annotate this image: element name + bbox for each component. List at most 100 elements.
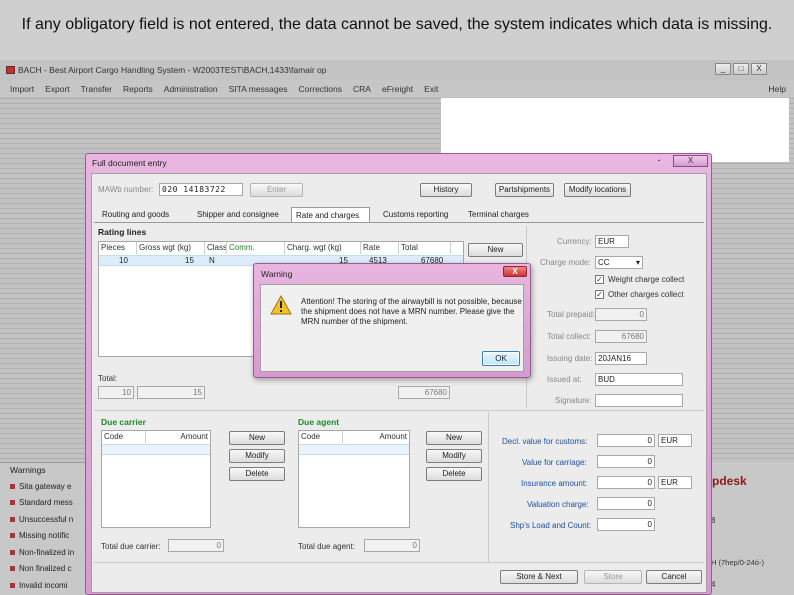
- cell-class: N: [209, 256, 215, 265]
- column-header[interactable]: Comm.: [227, 242, 285, 254]
- menu-export[interactable]: Export: [45, 84, 70, 94]
- cell-pieces: 10: [119, 256, 128, 265]
- mawb-label: MAWb number:: [98, 185, 154, 194]
- section-divider: [488, 412, 489, 562]
- column-header[interactable]: Gross wgt (kg): [137, 242, 205, 254]
- close-icon[interactable]: X: [673, 155, 708, 167]
- store-and-next-button[interactable]: Store & Next: [500, 570, 578, 584]
- menu-cra[interactable]: CRA: [353, 84, 371, 94]
- insurance-amount-input[interactable]: 0: [597, 476, 655, 489]
- warning-item[interactable]: Non finalized c: [10, 561, 85, 578]
- due-carrier-delete-button[interactable]: Delete: [229, 467, 285, 481]
- signature-input[interactable]: [595, 394, 683, 407]
- menu-sita-messages[interactable]: SITA messages: [229, 84, 288, 94]
- column-header[interactable]: Amount: [146, 431, 210, 443]
- column-header[interactable]: Class: [205, 242, 227, 254]
- new-rating-line-button[interactable]: New: [468, 243, 523, 257]
- menu-efreight[interactable]: eFreight: [382, 84, 413, 94]
- tab-divider: [94, 222, 704, 223]
- cancel-button[interactable]: Cancel: [646, 570, 702, 584]
- column-header[interactable]: Charg. wgt (kg): [285, 242, 361, 254]
- issued-at-input[interactable]: BUD: [595, 373, 683, 386]
- menu-import[interactable]: Import: [10, 84, 34, 94]
- total-weight-field: 15: [137, 386, 205, 399]
- section-divider: [94, 410, 704, 411]
- insurance-currency[interactable]: EUR: [658, 476, 692, 489]
- maximize-icon[interactable]: □: [733, 63, 749, 75]
- menu-reports[interactable]: Reports: [123, 84, 153, 94]
- decl-value-customs-currency[interactable]: EUR: [658, 434, 692, 447]
- due-carrier-new-button[interactable]: New: [229, 431, 285, 445]
- warning-item[interactable]: Invalid incomi: [10, 577, 85, 594]
- total-pieces-field: 10: [98, 386, 134, 399]
- tab-shipper-and-consignee[interactable]: Shipper and consignee: [193, 207, 283, 222]
- footer-divider: [94, 562, 704, 563]
- issuing-date-input[interactable]: 20JAN16: [595, 352, 647, 365]
- column-header[interactable]: Code: [102, 431, 146, 443]
- chevron-down-icon: ▾: [635, 258, 640, 267]
- warning-item[interactable]: Sita gateway e: [10, 478, 85, 495]
- menu-exit[interactable]: Exit: [424, 84, 438, 94]
- weight-charge-collect-checkbox[interactable]: ✓: [595, 275, 604, 284]
- partshipments-button[interactable]: Partshipments: [495, 183, 554, 197]
- valuation-charge-input[interactable]: 0: [597, 497, 655, 510]
- menu-help[interactable]: Help: [769, 84, 786, 94]
- shippers-load-input[interactable]: 0: [597, 518, 655, 531]
- warnings-panel: Warnings Sita gateway e Standard mess Un…: [0, 462, 95, 595]
- menu-transfer[interactable]: Transfer: [81, 84, 112, 94]
- currency-input[interactable]: EUR: [595, 235, 629, 248]
- total-due-agent-field: 0: [364, 539, 420, 552]
- history-button[interactable]: History: [420, 183, 472, 197]
- column-header[interactable]: Pieces: [99, 242, 137, 254]
- other-charges-collect-checkbox[interactable]: ✓: [595, 290, 604, 299]
- warning-item[interactable]: Unsuccessful n: [10, 511, 85, 528]
- due-agent-delete-button[interactable]: Delete: [426, 467, 482, 481]
- close-icon[interactable]: X: [503, 266, 527, 277]
- due-agent-new-button[interactable]: New: [426, 431, 482, 445]
- warning-item[interactable]: Standard mess: [10, 495, 85, 512]
- enter-button[interactable]: Enter: [250, 183, 303, 197]
- menu-corrections[interactable]: Corrections: [299, 84, 342, 94]
- due-agent-table[interactable]: Code Amount: [298, 430, 410, 528]
- total-due-agent-label: Total due agent:: [298, 542, 355, 551]
- table-row[interactable]: [102, 444, 210, 455]
- store-button[interactable]: Store: [584, 570, 642, 584]
- close-icon[interactable]: X: [751, 63, 767, 75]
- menu-administration[interactable]: Administration: [164, 84, 218, 94]
- due-carrier-modify-button[interactable]: Modify: [229, 449, 285, 463]
- warnings-title: Warnings: [10, 465, 46, 475]
- column-header[interactable]: Rate: [361, 242, 399, 254]
- warning-dialog: Warning X Attention! The storing of the …: [253, 263, 531, 378]
- minimize-icon[interactable]: -: [647, 155, 671, 167]
- total-label: Total:: [98, 374, 118, 383]
- signature-label: Signature:: [555, 396, 592, 405]
- minimize-icon[interactable]: _: [715, 63, 731, 75]
- warning-item[interactable]: Missing notific: [10, 528, 85, 545]
- helpdesk-panel: pdesk 8 H (7hep/0-24ó-) 4: [711, 462, 794, 595]
- charge-mode-select[interactable]: CC ▾: [595, 256, 643, 269]
- modify-locations-button[interactable]: Modify locations: [564, 183, 631, 197]
- app-title-bar: BACH - Best Airport Cargo Handling Syste…: [0, 60, 794, 80]
- ok-button[interactable]: OK: [482, 351, 520, 366]
- tab-customs-reporting[interactable]: Customs reporting: [379, 207, 452, 222]
- tab-rate-and-charges[interactable]: Rate and charges: [291, 207, 370, 222]
- issued-at-label: Issued at:: [547, 375, 582, 384]
- charge-mode-value: CC: [598, 258, 610, 267]
- warning-bullet-icon: [10, 533, 15, 539]
- tab-routing-and-goods[interactable]: Routing and goods: [98, 207, 173, 222]
- table-row[interactable]: [299, 444, 409, 455]
- column-header[interactable]: Amount: [343, 431, 409, 443]
- currency-label: Currency:: [557, 237, 592, 246]
- value-for-carriage-input[interactable]: 0: [597, 455, 655, 468]
- decl-value-customs-input[interactable]: 0: [597, 434, 655, 447]
- due-agent-modify-button[interactable]: Modify: [426, 449, 482, 463]
- warning-bullet-icon: [10, 566, 15, 572]
- total-due-carrier-field: 0: [168, 539, 224, 552]
- due-carrier-table[interactable]: Code Amount: [101, 430, 211, 528]
- app-icon: [6, 66, 15, 74]
- warning-item[interactable]: Non-finalized in: [10, 544, 85, 561]
- column-header[interactable]: Total: [399, 242, 451, 254]
- tab-terminal-charges[interactable]: Terminal charges: [464, 207, 533, 222]
- mawb-number-input[interactable]: 020 14183722: [159, 183, 243, 196]
- column-header[interactable]: Code: [299, 431, 343, 443]
